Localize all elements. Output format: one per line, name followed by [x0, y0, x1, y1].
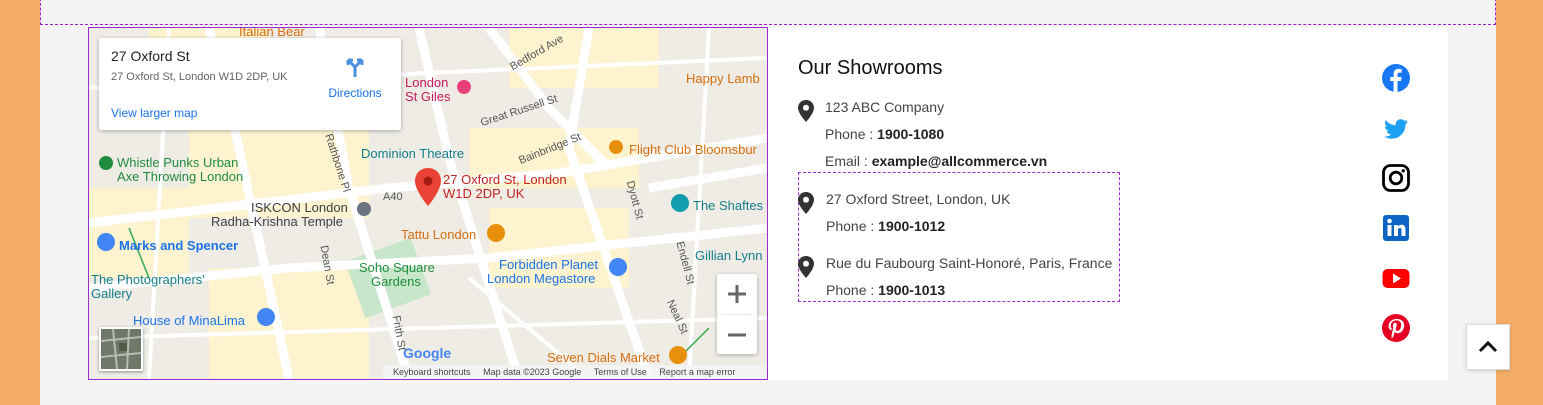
report-error-link[interactable]: Report a map error	[659, 367, 735, 377]
location-pin-icon	[798, 192, 814, 214]
showroom-name: Rue du Faubourg Saint-Honoré, Paris, Fra…	[826, 255, 1113, 271]
linkedin-icon[interactable]	[1381, 213, 1411, 243]
satellite-toggle[interactable]	[99, 327, 143, 371]
map-data-text: Map data ©2023 Google	[483, 367, 582, 377]
zoom-controls	[717, 274, 757, 354]
map-pin-label-1: 27 Oxford St, London	[443, 172, 567, 187]
map-label-flight-club: Flight Club Bloomsbur	[629, 142, 757, 157]
map-info-title: 27 Oxford St	[111, 48, 190, 64]
google-logo: Google	[403, 345, 451, 361]
google-logo-text: Google	[403, 345, 452, 361]
phone-prefix: Phone :	[826, 218, 879, 234]
map-info-card: 27 Oxford St 27 Oxford St, London W1D 2D…	[99, 38, 401, 130]
location-pin-icon	[798, 100, 814, 122]
restaurant-marker-icon	[487, 224, 505, 242]
footer-card: Italian Bear Bedford Ave London St Giles…	[88, 27, 1448, 380]
map-label-dominion: Dominion Theatre	[361, 146, 465, 161]
terms-link[interactable]: Terms of Use	[594, 367, 647, 377]
map-label-london: London	[405, 75, 449, 90]
pinterest-icon[interactable]	[1381, 313, 1411, 343]
map-pin-label-2: W1D 2DP, UK	[443, 186, 525, 201]
map-label-photographers-1: The Photographers'	[91, 272, 205, 287]
theatre-marker-icon	[671, 194, 689, 212]
map-road-a40: A40	[383, 191, 403, 203]
twitter-icon[interactable]	[1381, 114, 1411, 144]
market-marker-icon	[669, 346, 687, 364]
email-prefix: Email :	[825, 153, 872, 169]
showroom-phone[interactable]: 1900-1080	[877, 126, 944, 142]
showroom-phone-line: Phone : 1900-1080	[825, 126, 944, 142]
map-label-iskcon-2: Radha-Krishna Temple	[211, 214, 343, 229]
map-label-happy-lamb: Happy Lamb	[686, 71, 760, 86]
map-label-forbidden-1: Forbidden Planet	[499, 257, 599, 272]
map-label-gillian: Gillian Lynn	[695, 248, 763, 263]
zoom-out-button[interactable]	[717, 315, 757, 355]
hotel-marker-icon	[457, 80, 471, 94]
showroom-name: 123 ABC Company	[825, 99, 945, 115]
selection-outline-top	[40, 0, 1496, 25]
showroom-phone-line: Phone : 1900-1012	[826, 218, 945, 234]
back-to-top-button[interactable]	[1466, 324, 1510, 370]
map-label-tattu: Tattu London	[401, 227, 477, 242]
view-larger-map-link[interactable]: View larger map	[111, 106, 197, 120]
directions-icon	[346, 58, 364, 77]
facebook-icon[interactable]	[1381, 63, 1411, 93]
bar-marker-icon	[609, 140, 623, 154]
map-label-marks: Marks and Spencer	[119, 238, 239, 253]
phone-prefix: Phone :	[826, 282, 879, 298]
showroom-email-line: Email : example@allcommerce.vn	[825, 153, 1047, 169]
map-label-iskcon-1: ISKCON London	[251, 200, 348, 215]
map-info-address: 27 Oxford St, London W1D 2DP, UK	[111, 71, 288, 83]
showroom-email[interactable]: example@allcommerce.vn	[872, 153, 1048, 169]
phone-prefix: Phone :	[825, 126, 878, 142]
location-pin-icon	[798, 256, 814, 278]
map-label-photographers-2: Gallery	[91, 286, 133, 301]
gallery-marker-icon	[257, 308, 275, 326]
temple-marker-icon	[357, 202, 371, 216]
map-label-shaftes: The Shaftes	[693, 198, 764, 213]
map-label-minalima: House of MinaLima	[133, 313, 245, 328]
map-label-soho-1: Soho Square	[359, 260, 435, 275]
map-attribution: Keyboard shortcuts Map data ©2023 Google…	[383, 365, 767, 379]
keyboard-shortcuts-link[interactable]: Keyboard shortcuts	[393, 367, 471, 377]
instagram-icon[interactable]	[1381, 163, 1411, 193]
store-marker-icon	[609, 258, 627, 276]
minus-icon	[728, 333, 746, 337]
directions-label: Directions	[328, 86, 382, 100]
showroom-name: 27 Oxford Street, London, UK	[826, 191, 1011, 207]
map-pin-icon[interactable]	[415, 168, 441, 206]
showroom-phone[interactable]: 1900-1013	[878, 282, 945, 298]
directions-button[interactable]: Directions	[323, 52, 387, 100]
map-label-seven-dials: Seven Dials Market	[547, 350, 660, 365]
map-label-soho-2: Gardens	[371, 274, 421, 289]
shop-marker-icon	[97, 233, 115, 251]
map-label-whistle-1: Whistle Punks Urban	[117, 155, 239, 170]
map-label-whistle-2: Axe Throwing London	[117, 169, 244, 184]
poi-marker-icon	[99, 156, 113, 170]
chevron-up-icon	[1478, 340, 1498, 353]
map-label-forbidden-2: London Megastore	[487, 271, 596, 286]
zoom-in-button[interactable]	[717, 274, 757, 314]
showroom-phone-line: Phone : 1900-1013	[826, 282, 945, 298]
page-container: Italian Bear Bedford Ave London St Giles…	[40, 0, 1496, 405]
map-label-st-giles: St Giles	[405, 89, 451, 104]
satellite-thumbnail-icon	[100, 328, 142, 370]
youtube-icon[interactable]	[1381, 263, 1411, 293]
google-map[interactable]: Italian Bear Bedford Ave London St Giles…	[88, 27, 768, 380]
plus-icon	[728, 285, 746, 303]
showrooms-title: Our Showrooms	[798, 57, 943, 79]
showroom-phone[interactable]: 1900-1012	[878, 218, 945, 234]
